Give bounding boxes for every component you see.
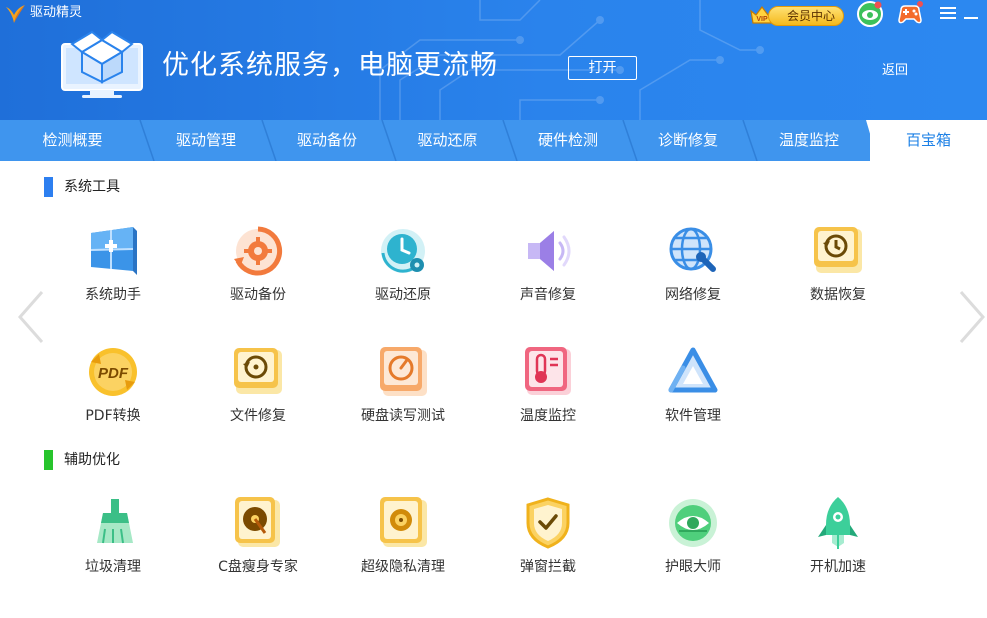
tool-network-repair[interactable]: 网络修复 [623, 223, 763, 323]
app-title: 驱动精灵 [30, 5, 83, 20]
tool-eye-care[interactable]: 护眼大师 [623, 495, 763, 595]
data-recovery-icon [814, 227, 862, 273]
section-marker [44, 450, 53, 470]
tool-c-drive-slim[interactable]: C盘瘦身专家 [188, 495, 328, 595]
app-logo-icon [6, 5, 25, 23]
tool-disk-speed-test[interactable]: 硬盘读写测试 [333, 344, 473, 444]
tab-divider [381, 120, 397, 161]
tool-driver-restore[interactable]: 驱动还原 [333, 223, 473, 323]
tool-system-assistant[interactable]: 系统助手 [43, 223, 183, 323]
main-tab-bar: 检测概要 驱动管理 驱动备份 驱动还原 硬件检测 诊断修复 温度监控 百宝箱 [0, 120, 987, 161]
tool-label: 驱动还原 [375, 287, 431, 303]
software-triangle-icon [668, 347, 718, 393]
app-window: 驱动精灵 优化系统服务，电脑更流畅 打开 返回 VIP 会员中心 检测概要 驱动… [0, 0, 987, 618]
tool-software-management[interactable]: 软件管理 [623, 344, 763, 444]
windows-icon [90, 227, 137, 275]
chat-eye-icon[interactable] [856, 0, 884, 28]
tab-diagnose-repair[interactable]: 诊断修复 [628, 120, 748, 161]
tool-label: 网络修复 [665, 287, 721, 303]
backup-gear-icon [234, 226, 283, 276]
section-marker [44, 177, 53, 197]
tab-divider [742, 120, 758, 161]
shield-check-icon [526, 497, 570, 549]
vip-center-label: 会员中心 [768, 6, 844, 26]
pdf-icon: PDF [89, 348, 137, 396]
gamepad-icon[interactable] [896, 0, 924, 28]
banner-monitor-box-icon [61, 30, 143, 98]
tool-label: 超级隐私清理 [361, 559, 445, 575]
tool-label: 数据恢复 [810, 287, 866, 303]
tool-pdf-convert[interactable]: PDF PDF转换 [43, 344, 183, 444]
back-link[interactable]: 返回 [882, 62, 908, 80]
tab-divider [622, 120, 638, 161]
tool-label: PDF转换 [85, 408, 141, 424]
prev-page-arrow-icon[interactable] [16, 290, 46, 344]
tool-label: 开机加速 [810, 559, 866, 575]
open-button[interactable]: 打开 [568, 56, 637, 80]
tab-toolbox[interactable]: 百宝箱 [870, 120, 987, 161]
disk-slim-icon [235, 497, 280, 547]
tab-driver-restore[interactable]: 驱动还原 [387, 120, 508, 161]
file-repair-icon [234, 348, 282, 394]
section-title: 辅助优化 [64, 452, 120, 468]
tool-label: 垃圾清理 [85, 559, 141, 575]
tab-overview[interactable]: 检测概要 [0, 120, 145, 161]
network-globe-icon [669, 227, 716, 272]
tab-hardware-detect[interactable]: 硬件检测 [508, 120, 628, 161]
tab-driver-management[interactable]: 驱动管理 [145, 120, 267, 161]
section-title: 系统工具 [64, 179, 120, 195]
tab-divider [261, 120, 277, 161]
next-page-arrow-icon[interactable] [957, 290, 987, 344]
tab-divider [502, 120, 518, 161]
tool-temperature-monitor[interactable]: 温度监控 [478, 344, 618, 444]
rocket-icon [818, 497, 858, 549]
tool-label: 声音修复 [520, 287, 576, 303]
tool-sound-repair[interactable]: 声音修复 [478, 223, 618, 323]
banner-headline: 优化系统服务，电脑更流畅 [162, 50, 498, 81]
safe-icon [380, 497, 427, 547]
pdf-badge-text: PDF [98, 365, 129, 382]
eye-icon [669, 499, 717, 547]
vip-center-button[interactable]: VIP 会员中心 [748, 3, 844, 27]
tool-junk-clean[interactable]: 垃圾清理 [43, 495, 183, 595]
disk-speed-icon [380, 347, 427, 396]
tab-temperature[interactable]: 温度监控 [748, 120, 870, 161]
restore-clock-icon [381, 229, 425, 273]
tool-popup-block[interactable]: 弹窗拦截 [478, 495, 618, 595]
tool-label: 硬盘读写测试 [361, 408, 445, 424]
minimize-icon[interactable] [964, 6, 978, 20]
thermometer-icon [525, 347, 571, 395]
tool-driver-backup[interactable]: 驱动备份 [188, 223, 328, 323]
tool-privacy-clean[interactable]: 超级隐私清理 [333, 495, 473, 595]
tool-label: C盘瘦身专家 [218, 559, 298, 575]
tool-label: 软件管理 [665, 408, 721, 424]
tool-label: 护眼大师 [665, 559, 721, 575]
speaker-icon [528, 231, 571, 271]
tool-label: 弹窗拦截 [520, 559, 576, 575]
tool-label: 系统助手 [85, 287, 141, 303]
tool-label: 文件修复 [230, 408, 286, 424]
tab-driver-backup[interactable]: 驱动备份 [267, 120, 387, 161]
tool-label: 温度监控 [520, 408, 576, 424]
tool-boot-speedup[interactable]: 开机加速 [768, 495, 908, 595]
vip-badge-text: VIP [756, 16, 768, 23]
tool-data-recovery[interactable]: 数据恢复 [768, 223, 908, 323]
header-banner: 驱动精灵 优化系统服务，电脑更流畅 打开 返回 VIP 会员中心 [0, 0, 987, 120]
broom-icon [97, 499, 133, 544]
tool-label: 驱动备份 [230, 287, 286, 303]
tab-divider [139, 120, 155, 161]
tool-file-repair[interactable]: 文件修复 [188, 344, 328, 444]
menu-icon[interactable] [940, 6, 956, 20]
